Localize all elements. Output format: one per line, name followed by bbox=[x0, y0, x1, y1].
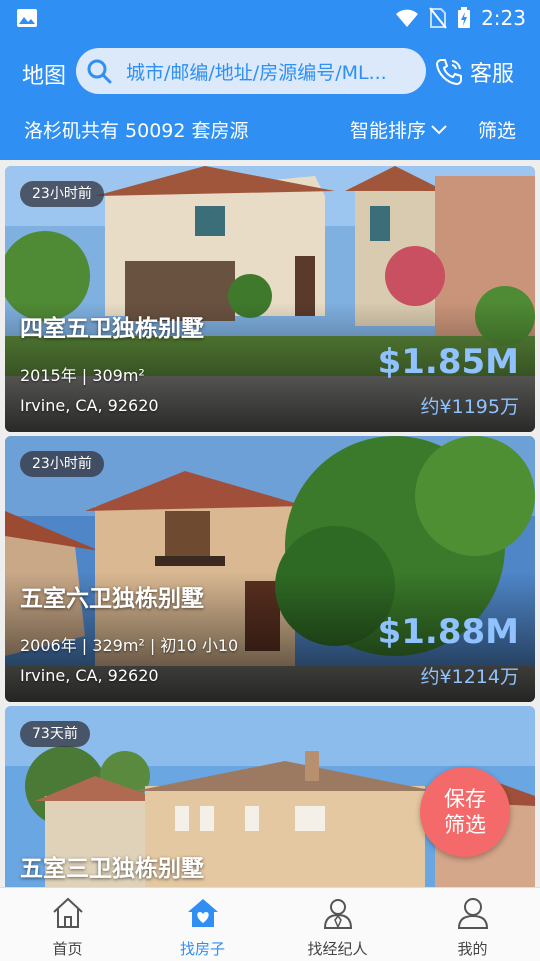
agent-icon bbox=[323, 899, 352, 929]
save-filter-line1: 保存 bbox=[444, 787, 486, 811]
listing-card[interactable]: 23小时前 五室六卫独栋别墅 2006年 | 329m² | 初10 小10 I… bbox=[5, 436, 535, 702]
listing-price-cny: 约¥1214万 bbox=[420, 666, 519, 688]
tab-find-house[interactable]: 找房子 bbox=[135, 888, 270, 961]
app-header: 地图 城市/邮编/地址/房源编号/ML... 客服 洛杉矶共有 50092 套房… bbox=[0, 36, 540, 160]
listing-title: 四室五卫独栋别墅 bbox=[20, 316, 204, 342]
service-label: 客服 bbox=[470, 62, 515, 87]
listing-count: 洛杉矶共有 50092 套房源 bbox=[24, 120, 249, 142]
save-filter-line2: 筛选 bbox=[444, 813, 486, 837]
sort-label: 智能排序 bbox=[350, 120, 427, 142]
listing-price: $1.88M bbox=[377, 612, 519, 652]
image-notification-icon bbox=[17, 9, 37, 27]
listing-meta: 2006年 | 329m² | 初10 小10 bbox=[20, 636, 239, 655]
listing-age-badge: 23小时前 bbox=[20, 451, 104, 477]
listing-title: 五室六卫独栋别墅 bbox=[20, 586, 204, 612]
wifi-icon bbox=[396, 9, 419, 27]
phone-icon bbox=[435, 59, 462, 86]
search-placeholder: 城市/邮编/地址/房源编号/ML... bbox=[126, 61, 387, 84]
tab-me-label: 我的 bbox=[457, 940, 488, 958]
status-time: 2:23 bbox=[481, 6, 526, 30]
status-bar: 2:23 bbox=[0, 0, 540, 36]
search-icon bbox=[87, 59, 112, 84]
battery-charging-icon bbox=[458, 7, 471, 28]
map-link[interactable]: 地图 bbox=[22, 58, 66, 90]
listing-age-badge: 73天前 bbox=[20, 721, 90, 747]
bottom-tab-bar: 首页 找房子 找经纪人 我的 bbox=[0, 887, 540, 961]
listing-price-cny: 约¥1195万 bbox=[420, 396, 519, 418]
listing-address: Irvine, CA, 92620 bbox=[20, 666, 159, 685]
listing-title: 五室三卫独栋别墅 bbox=[20, 856, 204, 882]
listing-age-badge: 23小时前 bbox=[20, 181, 104, 207]
listing-meta: 2015年 | 309m² bbox=[20, 366, 145, 385]
house-heart-icon bbox=[187, 899, 218, 927]
tab-find-agent-label: 找经纪人 bbox=[307, 940, 368, 958]
tab-find-house-label: 找房子 bbox=[179, 940, 225, 958]
customer-service-button[interactable]: 客服 bbox=[434, 56, 514, 88]
home-icon bbox=[52, 897, 83, 928]
filter-button[interactable]: 筛选 bbox=[478, 116, 516, 143]
user-icon bbox=[457, 898, 488, 929]
listing-address: Irvine, CA, 92620 bbox=[20, 396, 159, 415]
listing-price: $1.85M bbox=[377, 342, 519, 382]
chevron-down-icon bbox=[431, 124, 447, 134]
no-sim-icon bbox=[429, 7, 447, 29]
tab-find-agent[interactable]: 找经纪人 bbox=[270, 888, 405, 961]
sort-dropdown[interactable]: 智能排序 bbox=[350, 116, 448, 143]
save-filter-button[interactable]: 保存 筛选 bbox=[420, 767, 510, 857]
listing-card[interactable]: 23小时前 四室五卫独栋别墅 2015年 | 309m² Irvine, CA,… bbox=[5, 166, 535, 432]
tab-me[interactable]: 我的 bbox=[405, 888, 540, 961]
tab-home[interactable]: 首页 bbox=[0, 888, 135, 961]
tab-home-label: 首页 bbox=[52, 940, 83, 958]
search-input[interactable]: 城市/邮编/地址/房源编号/ML... bbox=[76, 48, 426, 94]
